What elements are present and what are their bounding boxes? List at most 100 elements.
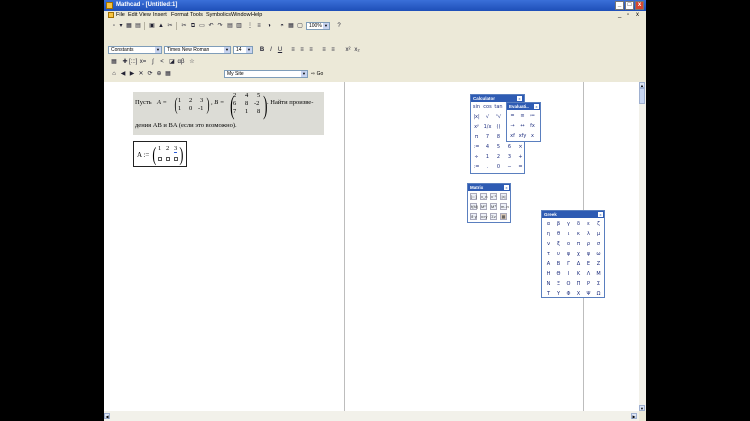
menu-insert[interactable]: Insert bbox=[153, 12, 167, 18]
greek-upper-tau-button[interactable]: Τ bbox=[544, 290, 553, 298]
new-dropdown-icon[interactable]: ▾ bbox=[117, 22, 125, 30]
style-select[interactable]: Constants ▼ bbox=[108, 46, 162, 54]
treefix-op-button[interactable]: x bbox=[528, 132, 537, 140]
home-icon[interactable]: ⌂ bbox=[110, 70, 118, 78]
equals-button[interactable]: = bbox=[516, 163, 525, 171]
scroll-right-icon[interactable]: ▶ bbox=[631, 413, 637, 419]
superscript-button[interactable]: x² bbox=[344, 46, 352, 54]
assign-button[interactable]: := bbox=[472, 163, 481, 171]
greek-palette[interactable]: Greek x αβγδεζ ηθικλμ νξοπρσ τυφχψω ΑΒΓΔΕΖ ΗΘ… bbox=[541, 210, 605, 298]
chevron-down-icon[interactable]: ▼ bbox=[224, 47, 230, 53]
document-icon[interactable] bbox=[108, 12, 114, 18]
greek-lower-gamma-button[interactable]: γ bbox=[564, 220, 573, 228]
greek-upper-xi-button[interactable]: Ξ bbox=[554, 280, 563, 288]
prefix-op-button[interactable]: fx bbox=[528, 122, 537, 130]
evaluation-palette[interactable]: Evaluati.. x = ≡ ≔ → ↔ fx xf xfy x bbox=[506, 102, 541, 142]
doc-restore-button[interactable]: ▫ bbox=[627, 12, 629, 18]
refresh-icon[interactable]: ⟳ bbox=[146, 70, 154, 78]
insert-unit-icon[interactable]: ≡ bbox=[255, 22, 263, 30]
sqrt-button[interactable]: √ bbox=[483, 113, 492, 121]
close-icon[interactable]: x bbox=[517, 96, 522, 101]
dot-product-button[interactable]: x⃗·y bbox=[470, 213, 477, 220]
insert-hyperlink-icon[interactable]: ◓ bbox=[278, 22, 286, 30]
greek-lower-sigma-button[interactable]: σ bbox=[594, 240, 603, 248]
scroll-thumb[interactable] bbox=[639, 88, 645, 104]
vector-sum-button[interactable]: Σv bbox=[490, 213, 497, 220]
greek-lower-kappa-button[interactable]: κ bbox=[574, 230, 583, 238]
align-down-icon[interactable]: ▥ bbox=[235, 22, 243, 30]
multiply-button[interactable]: × bbox=[516, 143, 525, 151]
pi-button[interactable]: π bbox=[472, 133, 481, 141]
undo-icon[interactable]: ↶ bbox=[207, 22, 215, 30]
maximize-button[interactable]: □ bbox=[625, 1, 634, 10]
greek-upper-gamma-button[interactable]: Γ bbox=[564, 260, 573, 268]
subscript-button[interactable]: x₂ bbox=[353, 46, 361, 54]
digit-2-button[interactable]: 2 bbox=[494, 153, 503, 161]
greek-upper-psi-button[interactable]: Ψ bbox=[584, 290, 593, 298]
math-region-matrix-a[interactable]: A := ( 1 2 3 ) bbox=[133, 141, 187, 167]
digit-0-button[interactable]: 0 bbox=[494, 163, 503, 171]
greek-upper-epsilon-button[interactable]: Ε bbox=[584, 260, 593, 268]
determinant-button[interactable]: |x| bbox=[500, 193, 507, 200]
greek-toolbar-icon[interactable]: αβ bbox=[177, 58, 185, 66]
menu-view[interactable]: View bbox=[139, 12, 151, 18]
greek-lower-alpha-button[interactable]: α bbox=[544, 220, 553, 228]
matrix-palette[interactable]: Matrix x [:::] x_n x⁻¹ |x| f(M) M⁽⁾ Mᵀ m… bbox=[467, 183, 511, 223]
help-icon[interactable]: ? bbox=[335, 22, 343, 30]
divide-button[interactable]: ÷ bbox=[472, 153, 481, 161]
insert-matrix-button[interactable]: [:::] bbox=[470, 193, 477, 200]
evaluation-toolbar-icon[interactable]: x= bbox=[139, 58, 147, 66]
greek-lower-pi-button[interactable]: π bbox=[574, 240, 583, 248]
postfix-op-button[interactable]: xf bbox=[508, 132, 517, 140]
greek-upper-kappa-button[interactable]: Κ bbox=[574, 270, 583, 278]
greek-lower-beta-button[interactable]: β bbox=[554, 220, 563, 228]
global-define-button[interactable]: ≡ bbox=[518, 112, 527, 120]
menu-format[interactable]: Format bbox=[171, 12, 188, 18]
greek-upper-alpha-button[interactable]: Α bbox=[544, 260, 553, 268]
graph-toolbar-icon[interactable]: ✚ bbox=[121, 58, 129, 66]
arrow-both-button[interactable]: ↔ bbox=[518, 122, 527, 130]
zoom-select[interactable]: 100% ▼ bbox=[306, 22, 330, 30]
align-across-icon[interactable]: ▤ bbox=[226, 22, 234, 30]
globe-icon[interactable]: ⊕ bbox=[155, 70, 163, 78]
close-icon[interactable]: x bbox=[598, 212, 603, 217]
url-select[interactable]: My Site ▼ bbox=[224, 70, 308, 78]
cut-icon[interactable]: ✂ bbox=[180, 22, 188, 30]
matrix-cell-cursor[interactable]: 3 bbox=[174, 145, 178, 153]
greek-lower-phi-button[interactable]: φ bbox=[564, 250, 573, 258]
greek-lower-delta-button[interactable]: δ bbox=[574, 220, 583, 228]
digit-6-button[interactable]: 6 bbox=[505, 143, 514, 151]
minimize-button[interactable]: _ bbox=[615, 1, 624, 10]
subscript-button[interactable]: x_n bbox=[480, 193, 487, 200]
greek-upper-lambda-button[interactable]: Λ bbox=[584, 270, 593, 278]
vertical-scrollbar[interactable]: ▲ ▼ bbox=[639, 82, 646, 411]
transpose-button[interactable]: Mᵀ bbox=[490, 203, 497, 210]
greek-lower-chi-button[interactable]: χ bbox=[574, 250, 583, 258]
infix-op-button[interactable]: xfy bbox=[518, 132, 527, 140]
chevron-down-icon[interactable]: ▼ bbox=[301, 71, 307, 77]
symbolic-eval-button[interactable]: → bbox=[508, 122, 517, 130]
greek-lower-upsilon-button[interactable]: υ bbox=[554, 250, 563, 258]
decimal-button[interactable]: . bbox=[483, 163, 492, 171]
greek-lower-lambda-button[interactable]: λ bbox=[584, 230, 593, 238]
plus-button[interactable]: + bbox=[516, 153, 525, 161]
greek-upper-eta-button[interactable]: Η bbox=[544, 270, 553, 278]
greek-upper-beta-button[interactable]: Β bbox=[554, 260, 563, 268]
greek-lower-epsilon-button[interactable]: ε bbox=[584, 220, 593, 228]
chevron-down-icon[interactable]: ▼ bbox=[246, 47, 252, 53]
scroll-left-icon[interactable]: ◀ bbox=[104, 413, 110, 419]
resource-center-icon[interactable]: ▢ bbox=[296, 22, 304, 30]
menu-file[interactable]: File bbox=[116, 12, 125, 18]
greek-upper-nu-button[interactable]: Ν bbox=[544, 280, 553, 288]
digit-7-button[interactable]: 7 bbox=[483, 133, 492, 141]
menu-window[interactable]: Window bbox=[231, 12, 251, 18]
font-select[interactable]: Times New Roman ▼ bbox=[164, 46, 231, 54]
calculus-toolbar-icon[interactable]: ∫ bbox=[149, 58, 157, 66]
close-icon[interactable]: x bbox=[504, 185, 509, 190]
greek-lower-psi-button[interactable]: ψ bbox=[584, 250, 593, 258]
column-button[interactable]: M⁽⁾ bbox=[480, 203, 487, 210]
greek-lower-zeta-button[interactable]: ζ bbox=[594, 220, 603, 228]
greek-upper-mu-button[interactable]: Μ bbox=[594, 270, 603, 278]
power-button[interactable]: xʸ bbox=[472, 123, 481, 131]
menu-edit[interactable]: Edit bbox=[128, 12, 137, 18]
